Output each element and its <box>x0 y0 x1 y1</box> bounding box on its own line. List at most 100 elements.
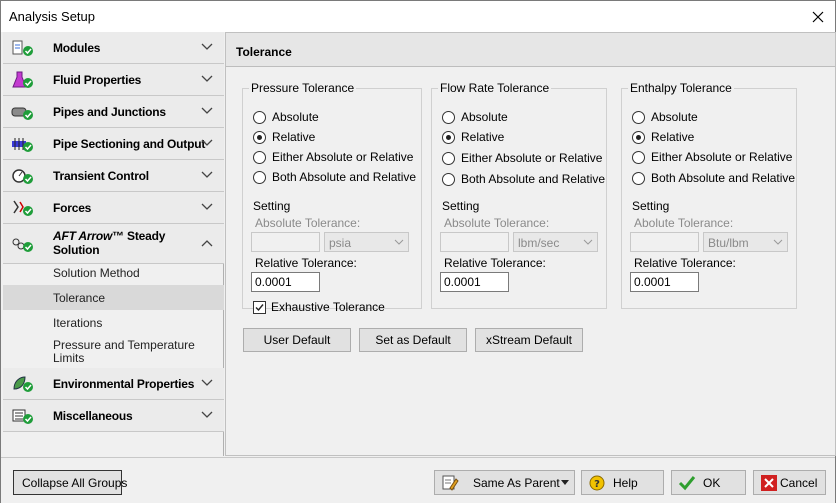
window-title: Analysis Setup <box>9 9 95 24</box>
button-label: Same As Parent <box>473 476 560 490</box>
same-as-parent-button[interactable]: Same As Parent <box>434 470 575 495</box>
button-label: Collapse All Groups <box>22 476 128 490</box>
radio-absolute[interactable]: Absolute <box>442 109 508 125</box>
flask-icon <box>12 71 33 88</box>
ok-button[interactable]: OK <box>671 470 746 495</box>
panel-header: Tolerance <box>226 33 835 67</box>
group-label: Miscellaneous <box>53 409 133 423</box>
group-steady-solution[interactable]: AFT Arrow™ Steady Solution <box>3 224 224 264</box>
chevron-up-icon <box>201 240 213 247</box>
radio-absolute[interactable]: Absolute <box>632 109 698 125</box>
group-forces[interactable]: Forces <box>3 192 224 224</box>
chevron-down-icon <box>583 239 593 245</box>
enthalpy-unit-select[interactable]: Btu/lbm <box>703 232 788 252</box>
radio-button[interactable] <box>442 130 455 144</box>
exhaustive-tolerance-checkbox[interactable]: Exhaustive Tolerance <box>253 300 385 314</box>
radio-relative[interactable]: Relative <box>632 129 694 145</box>
radio-button[interactable] <box>253 150 266 164</box>
radio-button[interactable] <box>632 130 645 144</box>
chevron-down-icon <box>773 239 783 245</box>
group-environmental-properties[interactable]: Environmental Properties <box>3 368 224 400</box>
group-label: AFT Arrow™ Steady Solution <box>53 229 165 257</box>
group-fluid-properties[interactable]: Fluid Properties <box>3 64 224 96</box>
radio-absolute[interactable]: Absolute <box>253 109 319 125</box>
set-as-default-button[interactable]: Set as Default <box>359 328 467 352</box>
setting-label: Setting <box>632 199 670 213</box>
relative-tolerance-input[interactable]: 0.0001 <box>251 272 320 292</box>
group-legend: Flow Rate Tolerance <box>440 81 550 95</box>
sub-iterations[interactable]: Iterations <box>3 310 224 335</box>
radio-button[interactable] <box>442 172 455 186</box>
radio-button[interactable] <box>632 171 645 185</box>
radio-both[interactable]: Both Absolute and Relative <box>442 171 605 187</box>
dropdown-arrow-icon <box>561 480 569 485</box>
radio-label: Both Absolute and Relative <box>651 171 796 185</box>
checkbox-label: Exhaustive Tolerance <box>271 300 385 314</box>
radio-relative[interactable]: Relative <box>442 129 504 145</box>
sub-label: Iterations <box>53 316 103 330</box>
sub-solution-method[interactable]: Solution Method <box>3 260 224 285</box>
radio-button[interactable] <box>632 110 645 124</box>
group-pipes-and-junctions[interactable]: Pipes and Junctions <box>3 96 224 128</box>
radio-button[interactable] <box>253 130 266 144</box>
radio-button[interactable] <box>253 170 266 184</box>
radio-button[interactable] <box>253 110 266 124</box>
chevron-down-icon <box>201 411 213 418</box>
chevron-down-icon <box>201 379 213 386</box>
solution-icon <box>12 238 33 252</box>
group-transient-control[interactable]: Transient Control <box>3 160 224 192</box>
relative-tolerance-label: Relative Tolerance: <box>444 256 546 270</box>
radio-relative[interactable]: Relative <box>253 129 315 145</box>
group-label-rest: Steady <box>123 229 166 243</box>
radio-label: Relative <box>461 130 505 144</box>
setting-label: Setting <box>253 199 291 213</box>
button-label: Help <box>613 476 638 490</box>
group-label: Pipes and Junctions <box>53 105 166 119</box>
svg-text:?: ? <box>594 479 600 490</box>
close-button[interactable] <box>801 1 835 32</box>
help-button[interactable]: ? Help <box>581 470 664 495</box>
radio-label: Either Absolute or Relative <box>651 150 793 164</box>
user-default-button[interactable]: User Default <box>243 328 351 352</box>
relative-tolerance-input[interactable]: 0.0001 <box>440 272 509 292</box>
radio-label: Either Absolute or Relative <box>272 150 414 164</box>
radio-button[interactable] <box>442 110 455 124</box>
radio-label: Absolute <box>651 110 698 124</box>
panel-title: Tolerance <box>236 45 292 59</box>
radio-both[interactable]: Both Absolute and Relative <box>632 170 795 186</box>
group-label-italic: AFT Arrow <box>53 229 113 243</box>
group-modules[interactable]: Modules <box>3 32 224 64</box>
sub-tolerance[interactable]: Tolerance <box>3 285 224 310</box>
sub-label: Solution Method <box>53 266 140 280</box>
setting-label: Setting <box>442 199 480 213</box>
group-pipe-sectioning[interactable]: Pipe Sectioning and Output <box>3 128 224 160</box>
group-miscellaneous[interactable]: Miscellaneous <box>3 400 224 432</box>
radio-button[interactable] <box>632 150 645 164</box>
chevron-down-icon <box>201 75 213 82</box>
radio-label: Both Absolute and Relative <box>461 172 606 186</box>
absolute-tolerance-input[interactable] <box>630 232 699 252</box>
group-label: Forces <box>53 201 92 215</box>
absolute-tolerance-input[interactable] <box>251 232 320 252</box>
title-bar: Analysis Setup <box>1 1 835 32</box>
button-label: OK <box>703 476 721 490</box>
group-label-tm: ™ <box>112 229 124 243</box>
checkbox-box[interactable] <box>253 300 266 314</box>
radio-either[interactable]: Either Absolute or Relative <box>253 149 413 165</box>
analysis-setup-window: Analysis Setup Modules Fluid Properties <box>0 0 836 503</box>
cancel-button[interactable]: Cancel <box>753 470 826 495</box>
radio-either[interactable]: Either Absolute or Relative <box>442 150 602 166</box>
checkmark-icon <box>255 303 264 311</box>
radio-either[interactable]: Either Absolute or Relative <box>632 149 792 165</box>
xstream-default-button[interactable]: xStream Default <box>475 328 583 352</box>
flow-unit-select[interactable]: lbm/sec <box>513 232 598 252</box>
collapse-all-groups-button[interactable]: Collapse All Groups <box>13 470 127 495</box>
group-legend: Enthalpy Tolerance <box>630 81 732 95</box>
misc-icon <box>12 409 33 424</box>
pressure-unit-select[interactable]: psia <box>324 232 409 252</box>
chevron-down-icon <box>201 203 213 210</box>
relative-tolerance-input[interactable]: 0.0001 <box>630 272 699 292</box>
absolute-tolerance-input[interactable] <box>440 232 509 252</box>
radio-button[interactable] <box>442 151 455 165</box>
radio-both[interactable]: Both Absolute and Relative <box>253 169 416 185</box>
